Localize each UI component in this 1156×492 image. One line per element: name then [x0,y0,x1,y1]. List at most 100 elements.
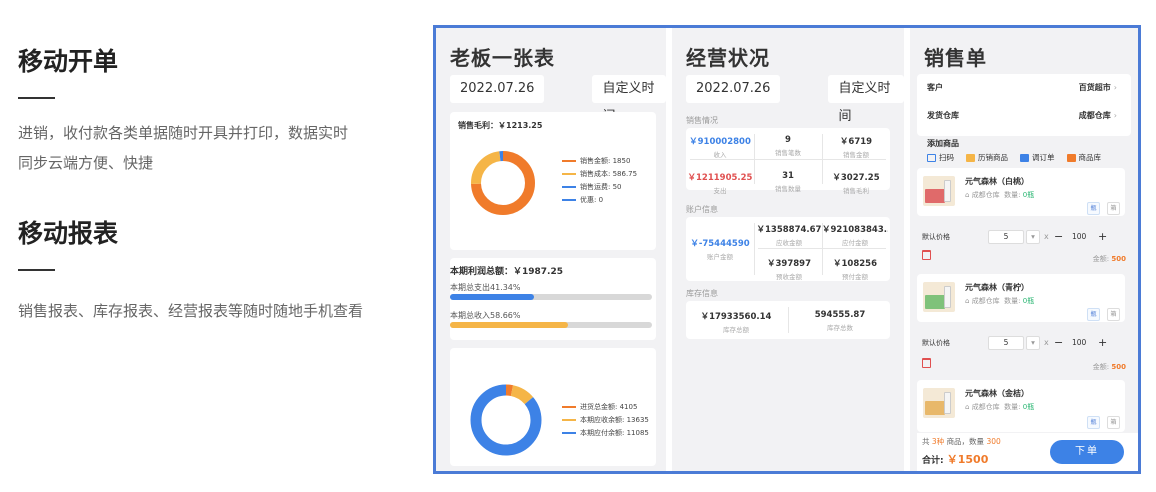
legend-swatch [562,431,576,434]
sales-card: ￥910002800 收入 9 销售笔数 ￥6719 销售金额 ￥1211905.25… [686,128,890,195]
stat-cell: ￥108256 预付金额 [822,257,888,281]
legend-item: 销售金额: 1850 [562,154,637,167]
scan-button[interactable]: 扫码 [927,152,954,163]
trash-icon[interactable] [922,250,931,260]
trash-icon[interactable] [922,358,931,368]
summary-prefix: 共 [922,437,930,446]
box-icon [1066,153,1076,162]
section-title-mobile-reports: 移动报表 [18,219,119,248]
product-warehouse: 成都仓库 [971,403,1000,411]
stat-cell: ￥910002800 收入 [686,135,754,159]
inventory-section-label: 库存信息 [686,289,718,298]
sales-section-label: 销售情况 [686,116,718,125]
stat-value: ￥397897 [767,259,811,269]
total-value: ￥1500 [946,453,989,466]
unit-bottle-button[interactable]: 瓶 [1087,202,1100,215]
section-title-mobile-billing: 移动开单 [18,47,119,76]
stat-value: 9 [785,135,791,145]
account-card: ￥-75444590 账户金额 ￥1358874.67 应收金额 ￥9210838… [686,217,890,281]
product-card[interactable]: 元气森林（金桔） ⌂ 成都仓库 数量: 0瓶 瓶 箱 [917,380,1125,432]
product-card[interactable]: 元气森林（青柠） ⌂ 成都仓库 数量: 0瓶 瓶 箱 [917,274,1125,322]
date-picker[interactable]: 2022.07.26 [450,75,545,103]
legend-swatch [562,159,576,162]
price-value[interactable]: 100 [1072,338,1086,347]
sales-stats: ￥910002800 收入 9 销售笔数 ￥6719 销售金额 ￥1211905.25… [686,135,890,195]
default-price-label: 默认价格 [922,233,950,241]
default-price-label: 默认价格 [922,339,950,347]
amount-row: 金额: 500 [1093,254,1126,264]
divider [690,159,886,160]
stat-cell: ￥921083843... 应付金额 [822,223,888,247]
income-bar [450,322,652,328]
quantity-input[interactable]: 5 [988,336,1024,350]
page-title: 销售单 [924,46,987,70]
plus-button[interactable]: + [1098,336,1107,350]
divider [822,223,823,275]
product-qty-label: 数量: [1004,403,1021,411]
stat-label: 账户金额 [707,253,733,261]
custom-time-button[interactable]: 自定义时间 [592,75,666,124]
product-meta: ⌂ 成都仓库 数量: 0瓶 [965,190,1034,200]
chevron-down-icon: ▾ [1031,232,1035,241]
legend-swatch [562,172,576,175]
product-image [923,388,955,418]
description-line: 同步云端方便、快捷 [18,154,154,172]
warehouse-select[interactable]: 成都仓库 › [1079,110,1117,121]
legend-label: 销售金额: 1850 [580,156,631,165]
unit-dropdown[interactable]: ▾ [1026,230,1040,244]
quantity-input[interactable]: 5 [988,230,1024,244]
scan-icon [927,153,936,162]
place-order-button[interactable]: 下单 [1050,440,1124,464]
minus-button[interactable]: − [1054,336,1063,350]
legend-item: 优惠: 0 [562,193,637,206]
chevron-right-icon: › [1113,83,1117,92]
plus-button[interactable]: + [1098,230,1107,244]
price-value[interactable]: 100 [1072,232,1086,241]
multiply-sign: x [1044,232,1049,241]
stat-value: ￥1358874.67 [756,225,822,235]
stat-cell: ￥397897 预收金额 [756,257,822,281]
price-row: 默认价格 5 ▾ x − 100 + [922,230,1122,244]
amount-label: 金额: [1092,363,1110,371]
product-warehouse: 成都仓库 [971,297,1000,305]
boss-report-screen: 老板一张表 2022.07.26 自定义时间 销售毛利：￥1213.25 销售金… [436,28,666,471]
order-summary: 共 3种 商品，数量 300 [922,436,1001,447]
divider [788,307,789,333]
stat-value: 594555.87 [814,310,866,320]
product-bottle [944,286,951,308]
custom-time-button[interactable]: 自定义时间 [828,75,904,124]
product-image [923,282,955,312]
product-card[interactable]: 元气森林（白桃） ⌂ 成都仓库 数量: 0瓶 瓶 箱 [917,168,1125,216]
stat-label: 应付金额 [842,239,868,247]
customer-select[interactable]: 百货超市 › [1079,82,1117,93]
warehouse-icon: ⌂ [965,403,970,411]
unit-dropdown[interactable]: ▾ [1026,336,1040,350]
app-screens-panel: 老板一张表 2022.07.26 自定义时间 销售毛利：￥1213.25 销售金… [433,25,1141,474]
tool-label: 调订单 [1032,153,1055,162]
history-goods-button[interactable]: 历销商品 [966,152,1008,163]
gross-profit-card: 销售毛利：￥1213.25 销售金额: 1850 销售成本: 586.75 销售… [450,112,656,250]
unit-bottle-button[interactable]: 瓶 [1087,308,1100,321]
unit-bottle-button[interactable]: 瓶 [1087,416,1100,429]
price-row: 默认价格 5 ▾ x − 100 + [922,336,1122,350]
stat-value: ￥1211905.25 [687,173,753,183]
minus-button[interactable]: − [1054,230,1063,244]
stat-cell: 9 销售笔数 [754,135,822,159]
balance-legend: 进货总金额: 4105 本期应收余额: 13635 本期应付余额: 11085 [562,400,656,439]
section-description-mobile-reports: 销售报表、库存报表、经营报表等随时随地手机查看 [18,296,418,326]
stat-value: ￥17933560.14 [700,312,772,322]
goods-library-button[interactable]: 商品库 [1066,152,1101,163]
load-order-button[interactable]: 调订单 [1020,152,1055,163]
stat-cell: ￥3027.25 销售毛利 [822,171,890,195]
date-picker[interactable]: 2022.07.26 [686,75,781,103]
stat-label: 应收金额 [776,239,802,247]
unit-case-button[interactable]: 箱 [1107,308,1120,321]
product-box [925,295,945,309]
document-icon [1020,153,1029,162]
product-bottle [944,392,951,414]
gross-profit-donut [471,151,535,215]
business-status-screen: 经营状况 2022.07.26 自定义时间 销售情况 ￥910002800 收入 … [672,28,904,471]
divider [754,223,755,275]
unit-case-button[interactable]: 箱 [1107,416,1120,429]
unit-case-button[interactable]: 箱 [1107,202,1120,215]
